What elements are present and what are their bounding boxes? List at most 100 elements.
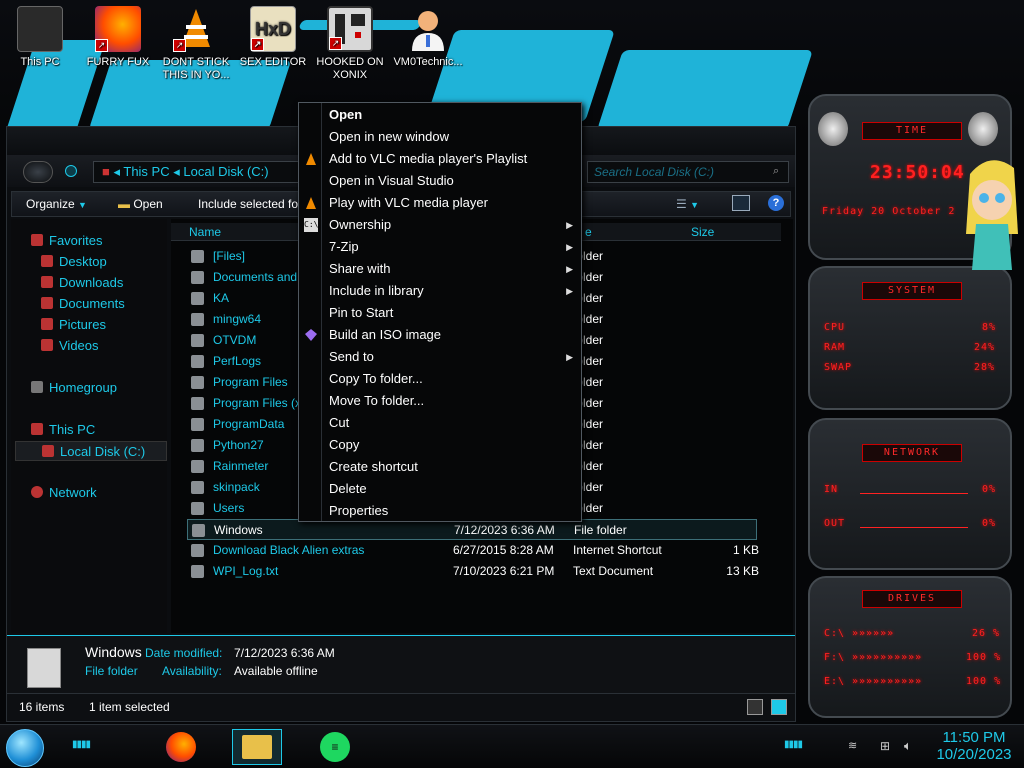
- column-header-type[interactable]: e: [585, 225, 592, 239]
- menu-item[interactable]: Open: [299, 104, 581, 126]
- menu-item-label: Properties: [329, 503, 389, 518]
- search-box[interactable]: Search Local Disk (C:): [587, 161, 789, 183]
- cpu-value: 8%: [982, 322, 997, 333]
- sidebar-item-desktop[interactable]: Desktop: [41, 252, 107, 272]
- folder-icon: ▬: [118, 197, 130, 211]
- desktop-icon-dont-stick[interactable]: ↗ DONT STICK THIS IN YO...: [158, 6, 234, 82]
- table-row[interactable]: Windows 7/12/2023 6:36 AM File folder: [187, 519, 757, 540]
- start-button[interactable]: [6, 729, 44, 767]
- desktop-icon-furry-fux[interactable]: ↗ FURRY FUX: [80, 6, 156, 69]
- column-header-size[interactable]: Size: [691, 225, 714, 239]
- folder-icon: [191, 439, 204, 452]
- menu-item[interactable]: Play with VLC media player: [299, 192, 581, 214]
- large-icons-view-icon[interactable]: [771, 699, 787, 715]
- drive-f-label: F:\: [824, 652, 846, 663]
- file-size: 1 KB: [732, 543, 759, 557]
- details-date-label: Date modified:: [145, 646, 223, 660]
- back-button[interactable]: [23, 161, 53, 183]
- videos-icon: [41, 339, 53, 351]
- menu-item-label: Cut: [329, 415, 350, 430]
- folder-thumbnail-icon: [27, 648, 61, 688]
- desktop-icon-hooked-on-xonix[interactable]: ↗ HOOKED ON XONIX: [312, 6, 388, 82]
- taskbar-file-explorer[interactable]: [232, 729, 282, 765]
- taskbar-firefox[interactable]: [156, 729, 206, 765]
- sidebar-item-this-pc[interactable]: This PC: [31, 420, 95, 440]
- network-tray-icon[interactable]: ⊞: [880, 739, 890, 753]
- star-icon: [31, 234, 43, 246]
- menu-item[interactable]: Build an ISO image: [299, 324, 581, 346]
- folder-icon: [191, 397, 204, 410]
- preview-pane-icon[interactable]: [732, 195, 750, 211]
- sidebar-item-documents[interactable]: Documents: [41, 294, 125, 314]
- desktop-icon-sex-editor[interactable]: HxD ↗ SEX EDITOR: [235, 6, 311, 69]
- address-bar[interactable]: ■ ◂ This PC ◂ Local Disk (C:): [93, 161, 305, 183]
- menu-item[interactable]: Create shortcut: [299, 456, 581, 478]
- folder-icon: [242, 735, 272, 759]
- column-header-name[interactable]: Name: [189, 225, 221, 239]
- desktop-icon-label: SEX EDITOR: [239, 56, 307, 68]
- view-options-icon[interactable]: ☰ ▼: [676, 197, 699, 211]
- clock-time: 11:50 PM: [942, 729, 1006, 746]
- breadcrumb-local-disk[interactable]: Local Disk (C:): [183, 164, 268, 179]
- details-availability-label: Availability:: [162, 664, 222, 678]
- volume-icon[interactable]: 🔈︎: [904, 738, 912, 754]
- folder-icon: [191, 292, 204, 305]
- forward-button[interactable]: [65, 165, 77, 177]
- menu-item[interactable]: Open in Visual Studio: [299, 170, 581, 192]
- taskbar-notes-app[interactable]: ≡: [310, 729, 360, 765]
- folder-icon: [191, 334, 204, 347]
- show-desktop-icon[interactable]: ≋: [848, 739, 857, 752]
- desktop-icon-vm0technic[interactable]: VM0Technic...: [390, 6, 466, 69]
- table-row[interactable]: Download Black Alien extras 6/27/2015 8:2…: [187, 540, 759, 561]
- details-view-icon[interactable]: [747, 699, 763, 715]
- folder-icon: [191, 313, 204, 326]
- menu-item[interactable]: Cut: [299, 412, 581, 434]
- menu-item[interactable]: Delete: [299, 478, 581, 500]
- menu-item[interactable]: Share with ▶: [299, 258, 581, 280]
- net-out-graph: [860, 514, 968, 528]
- sidebar-item-downloads[interactable]: Downloads: [41, 273, 123, 293]
- file-name: ProgramData: [213, 417, 285, 431]
- table-row[interactable]: WPI_Log.txt 7/10/2023 6:21 PM Text Documen…: [187, 561, 759, 582]
- sidebar-item-favorites[interactable]: Favorites: [31, 231, 102, 251]
- file-name: Users: [213, 501, 245, 515]
- date-readout: Friday 20 October 2: [822, 206, 956, 217]
- menu-item-label: Open in Visual Studio: [329, 173, 454, 188]
- help-icon[interactable]: ?: [768, 195, 784, 211]
- taskbar-clock[interactable]: 11:50 PM 10/20/2023: [928, 729, 1020, 763]
- menu-item[interactable]: Add to VLC media player's Playlist: [299, 148, 581, 170]
- menu-item[interactable]: C:\ Ownership ▶: [299, 214, 581, 236]
- folder-icon: [191, 565, 204, 578]
- open-button[interactable]: ▬ Open: [118, 197, 163, 211]
- swap-label: SWAP: [824, 362, 853, 373]
- menu-item[interactable]: Pin to Start: [299, 302, 581, 324]
- search-icon[interactable]: ⌕: [773, 165, 779, 178]
- menu-item[interactable]: 7-Zip ▶: [299, 236, 581, 258]
- sidebar-item-local-disk[interactable]: Local Disk (C:): [15, 441, 167, 461]
- menu-item[interactable]: Copy: [299, 434, 581, 456]
- menu-item[interactable]: Copy To folder...: [299, 368, 581, 390]
- drive-c-bar: »»»»»»: [852, 628, 895, 639]
- menu-item[interactable]: Move To folder...: [299, 390, 581, 412]
- menu-item[interactable]: Include in library ▶: [299, 280, 581, 302]
- swap-value: 28%: [974, 362, 996, 373]
- desktop-icon-label: VM0Technic...: [393, 56, 463, 68]
- file-type: Internet Shortcut: [573, 543, 662, 557]
- menu-item[interactable]: Send to ▶: [299, 346, 581, 368]
- file-name: Download Black Alien extras: [213, 543, 365, 557]
- sidebar-item-homegroup[interactable]: Homegroup: [31, 378, 117, 398]
- sidebar-item-videos[interactable]: Videos: [41, 336, 99, 356]
- organize-button[interactable]: Organize ▼: [26, 197, 87, 211]
- sidebar-item-pictures[interactable]: Pictures: [41, 315, 106, 335]
- desktop-icon-this-pc[interactable]: This PC: [2, 6, 78, 69]
- menu-item[interactable]: Properties: [299, 500, 581, 522]
- breadcrumb-this-pc[interactable]: This PC: [123, 164, 169, 179]
- shortcut-arrow-icon: ↗: [329, 37, 342, 50]
- drive-e-label: E:\: [824, 676, 846, 687]
- menu-item[interactable]: Open in new window: [299, 126, 581, 148]
- desktop-icon-label: DONT STICK THIS IN YO...: [162, 56, 230, 81]
- menu-item-label: Include in library: [329, 283, 424, 298]
- sidebar-item-network[interactable]: Network: [31, 483, 97, 503]
- include-in-library-button[interactable]: Include selected fol: [198, 197, 301, 211]
- file-date: 6/27/2015 8:28 AM: [453, 543, 554, 557]
